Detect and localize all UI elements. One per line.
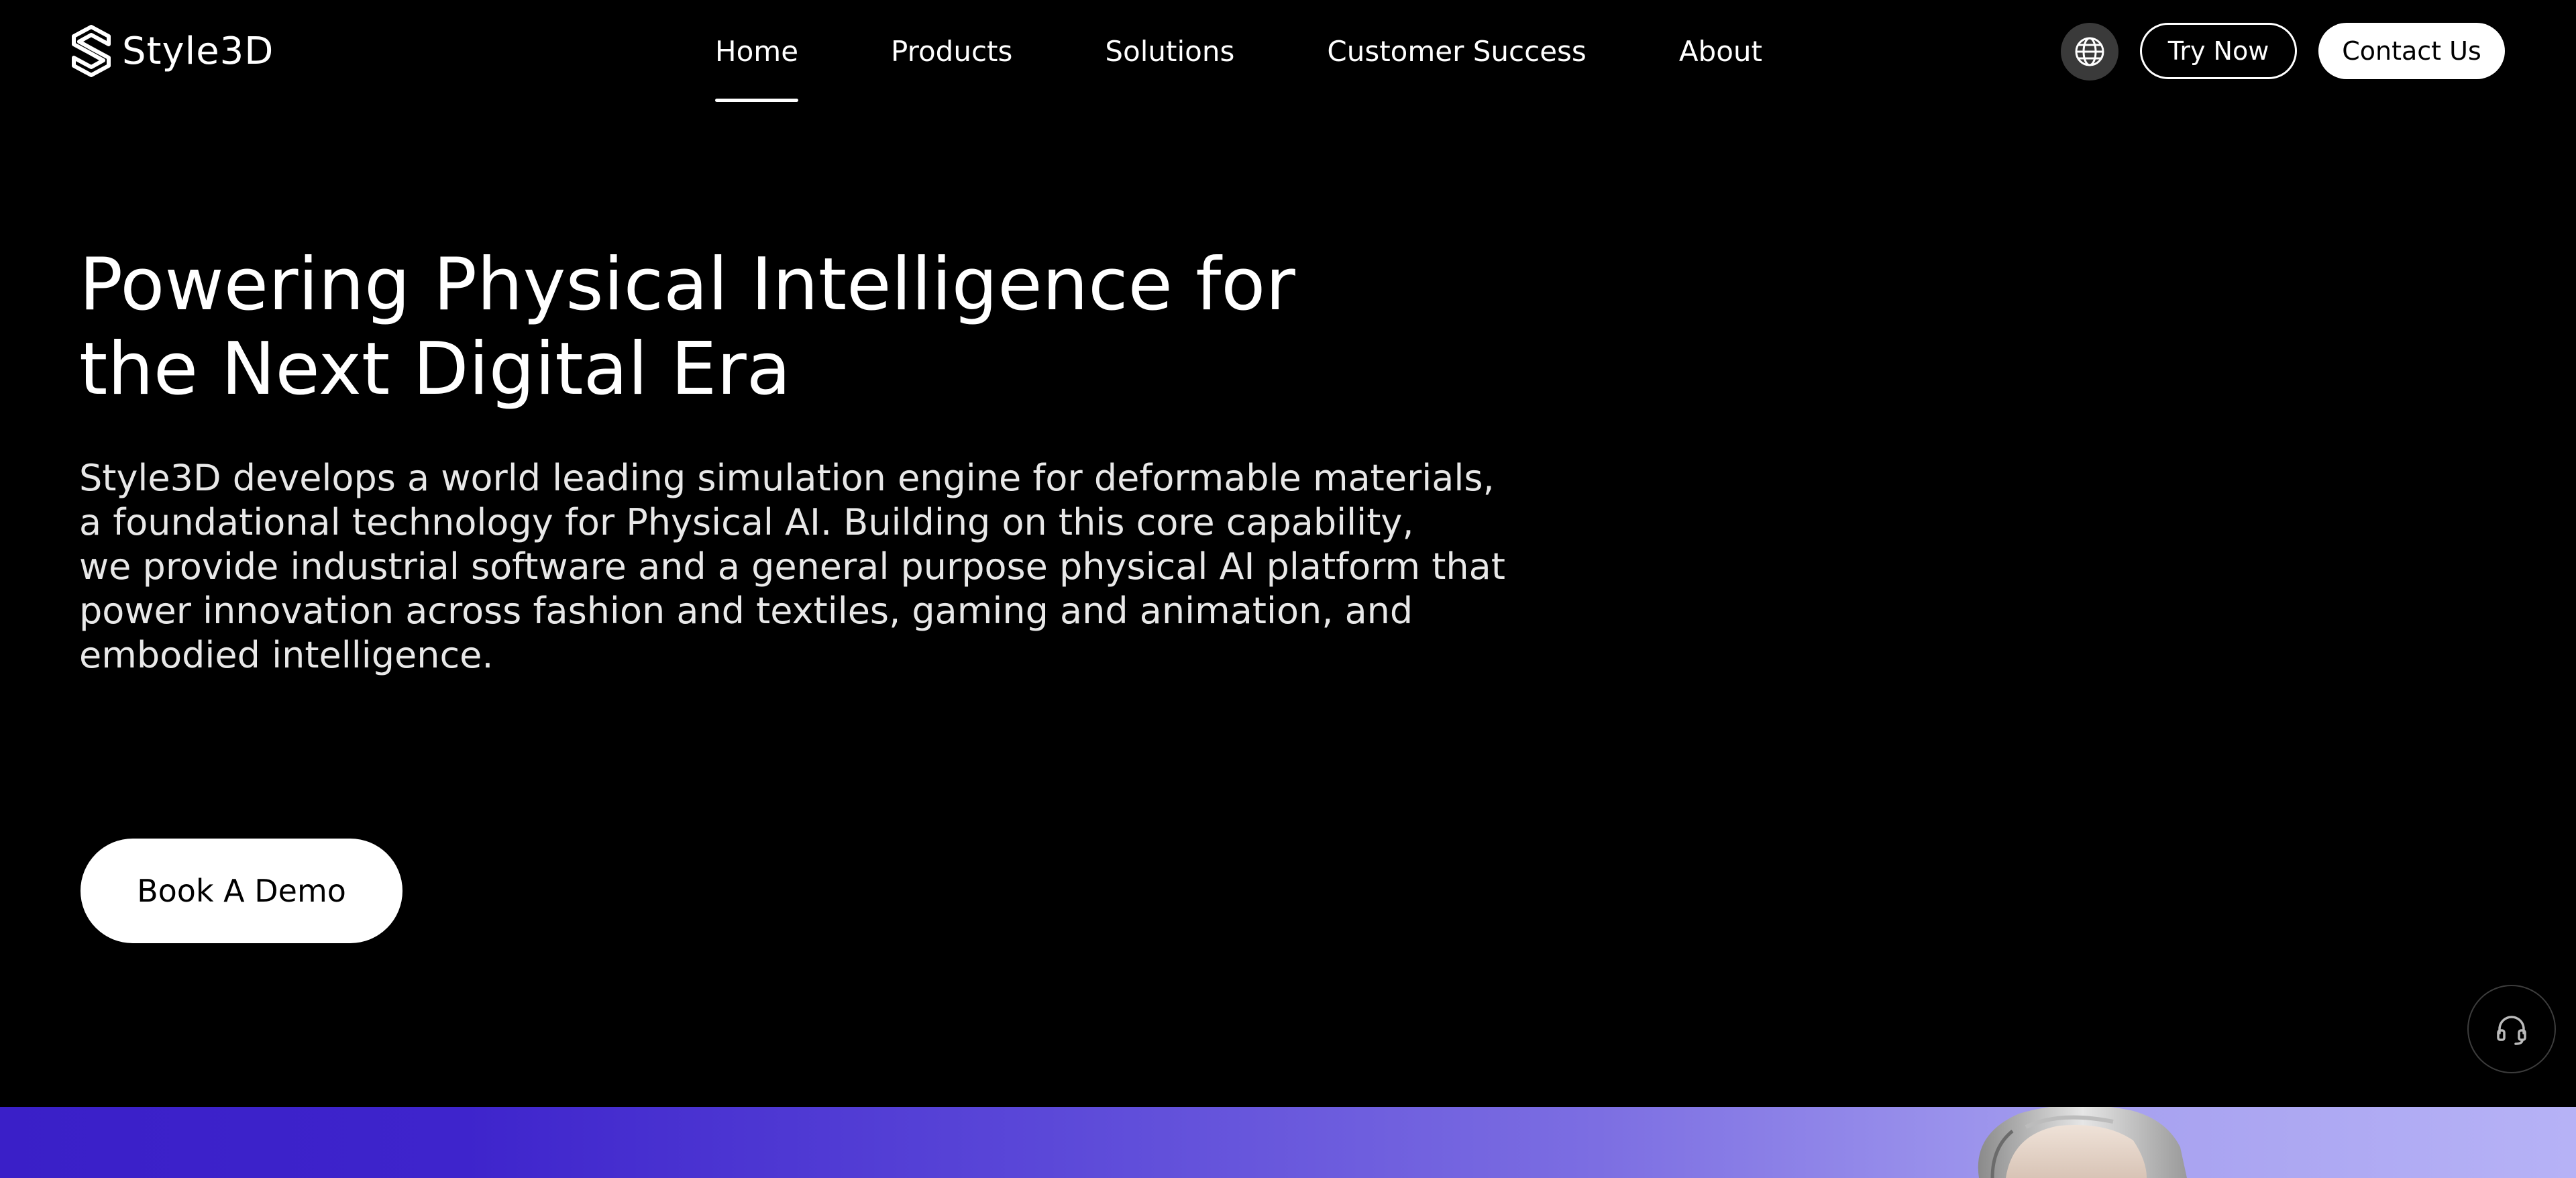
try-now-button[interactable]: Try Now [2140, 23, 2297, 79]
globe-icon [2075, 37, 2104, 66]
customer-support-button[interactable] [2467, 985, 2556, 1073]
hero-title: Powering Physical Intelligence for the N… [79, 243, 1354, 412]
nav-link-home[interactable]: Home [715, 0, 799, 102]
top-navigation: Style3D Home Products Solutions Customer… [0, 0, 2576, 102]
hero-description-line: a foundational technology for Physical A… [79, 501, 1414, 543]
page: Style3D Home Products Solutions Customer… [0, 0, 2576, 1178]
nav-link-customer-success[interactable]: Customer Success [1327, 0, 1586, 102]
model-figure-image [1978, 1107, 2187, 1178]
nav-link-solutions[interactable]: Solutions [1105, 0, 1234, 102]
language-button[interactable] [2061, 23, 2118, 81]
book-demo-button[interactable]: Book A Demo [80, 839, 402, 943]
brand-logo[interactable]: Style3D [70, 23, 274, 79]
hero-description-line: power innovation across fashion and text… [79, 590, 1413, 632]
nav-link-about[interactable]: About [1679, 0, 1762, 102]
main-menu: Home Products Solutions Customer Success… [715, 0, 1762, 102]
hero-description-line: embodied intelligence. [79, 634, 494, 676]
hero-image-band [0, 1107, 2576, 1178]
hero-description-line: we provide industrial software and a gen… [79, 545, 1505, 588]
brand-name: Style3D [122, 29, 274, 73]
nav-link-products[interactable]: Products [891, 0, 1012, 102]
hero-description: Style3D develops a world leading simulat… [79, 456, 1515, 678]
style3d-logo-icon [72, 25, 111, 77]
hero-title-line: Powering Physical Intelligence for [79, 243, 1295, 327]
hero-title-line: the Next Digital Era [79, 327, 791, 411]
hero-description-line: Style3D develops a world leading simulat… [79, 457, 1495, 499]
headset-icon [2497, 1016, 2526, 1045]
contact-us-button[interactable]: Contact Us [2318, 23, 2505, 79]
